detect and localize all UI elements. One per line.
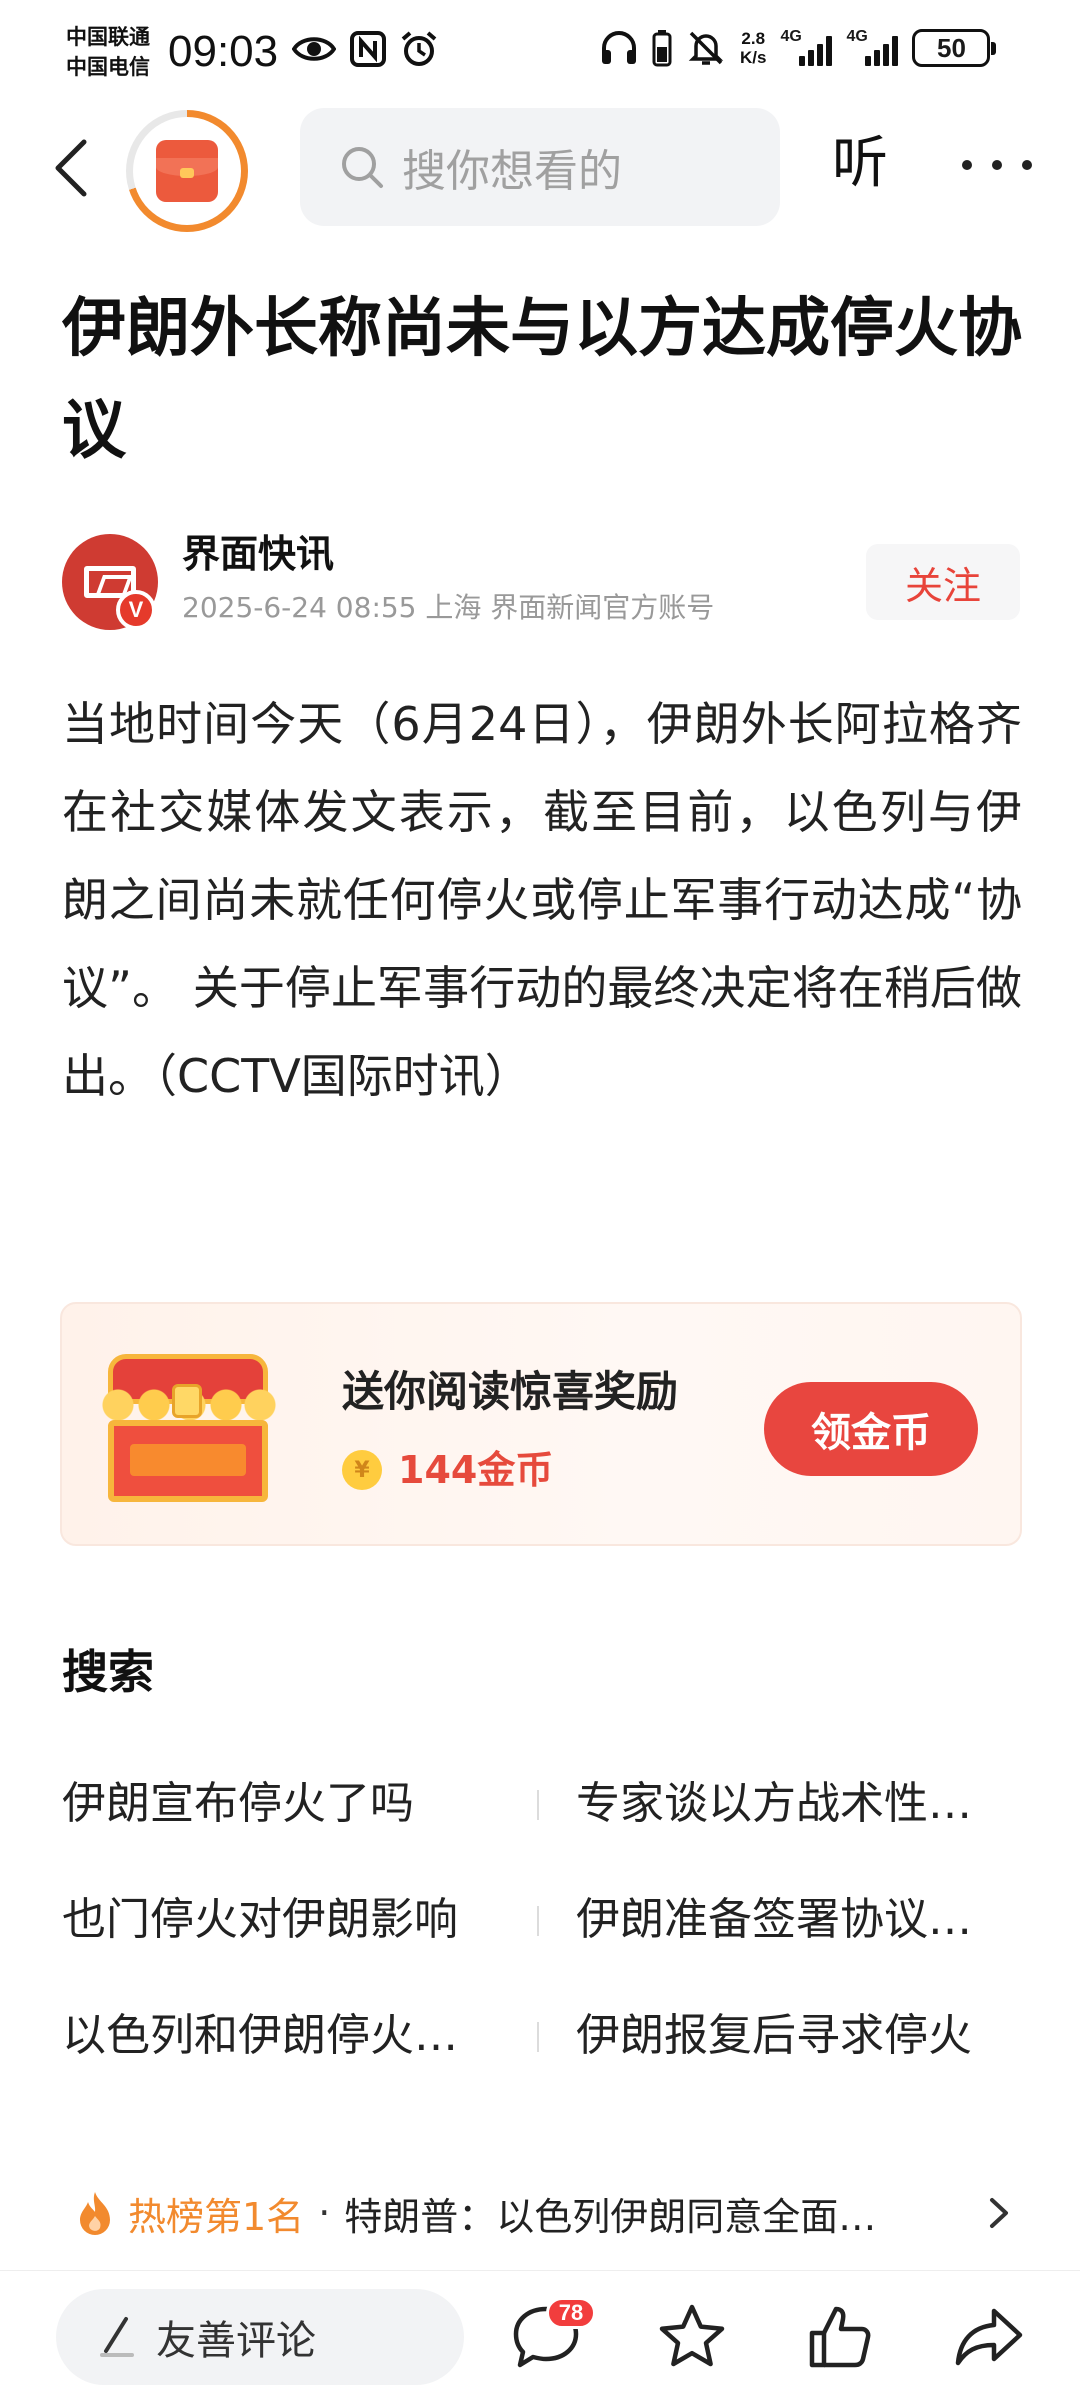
back-arrow-icon[interactable] [48, 136, 98, 200]
status-time: 09:03 [168, 27, 279, 76]
coin-icon: ¥ [342, 1450, 382, 1490]
share-icon[interactable] [950, 2299, 1026, 2375]
nfc-icon [350, 31, 386, 67]
signal-2-icon: 4G [846, 28, 899, 68]
carrier-2: 中国电信 [66, 55, 150, 79]
verified-badge: V [116, 590, 156, 630]
flame-icon [80, 2192, 110, 2235]
search-suggestion[interactable]: 伊朗报复后寻求停火 [576, 2006, 996, 2066]
status-bar: 中国联通 中国电信 09:03 2.8 K/s 4G 4G 50 [0, 0, 1080, 100]
hot-headline: 特朗普：以色列伊朗同意全面… [344, 2194, 877, 2239]
author-meta: 2025-6-24 08:55 上海 界面新闻官方账号 [182, 591, 715, 624]
search-suggestion[interactable]: 也门停火对伊朗影响 [62, 1890, 502, 1950]
reward-card[interactable]: 送你阅读惊喜奖励 ¥ 144金币 领金币 [60, 1302, 1022, 1546]
comment-placeholder: 友善评论 [156, 2318, 316, 2364]
headphones-icon [602, 31, 636, 64]
thumbs-up-icon[interactable] [802, 2299, 878, 2375]
comment-input[interactable]: 友善评论 [56, 2289, 464, 2385]
search-icon [342, 147, 383, 188]
chevron-right-icon [990, 2198, 1008, 2228]
bottom-bar: 友善评论 78 [0, 2270, 1080, 2400]
star-icon[interactable] [654, 2299, 730, 2375]
eye-icon [292, 37, 336, 61]
reward-title: 送你阅读惊喜奖励 [342, 1367, 679, 1416]
search-suggestion[interactable]: 伊朗宣布停火了吗 [62, 1774, 502, 1834]
mute-icon [688, 31, 724, 65]
search-placeholder: 搜你想看的 [402, 146, 622, 197]
follow-button[interactable]: 关注 [866, 544, 1020, 620]
divider [537, 1906, 539, 1936]
more-options-icon[interactable] [962, 140, 1032, 190]
hot-rank: 热榜第1名 [128, 2194, 305, 2239]
alarm-icon [401, 31, 437, 66]
hot-list-banner[interactable]: 热榜第1名 · 特朗普：以色列伊朗同意全面… [76, 2178, 1008, 2248]
red-packet-progress-button[interactable] [126, 110, 248, 232]
listen-button[interactable]: 听 [832, 128, 888, 200]
claim-coins-button[interactable]: 领金币 [764, 1382, 978, 1476]
battery-small-icon [652, 30, 672, 67]
search-suggestion[interactable]: 以色列和伊朗停火… [62, 2006, 502, 2066]
article-body: 当地时间今天（6月24日），伊朗外长阿拉格齐在社交媒体发文表示，截至目前，以色列… [62, 697, 1022, 1103]
hot-separator: · [318, 2191, 331, 2235]
pen-icon [100, 2317, 134, 2357]
search-suggestion[interactable]: 专家谈以方战术性… [576, 1774, 996, 1834]
battery-indicator: 50 [912, 29, 997, 67]
comment-count-badge: 78 [546, 2297, 596, 2329]
net-speed: 2.8 K/s [740, 29, 767, 67]
divider [537, 2022, 539, 2052]
search-section-heading: 搜索 [62, 1645, 154, 1699]
red-packet-icon [156, 140, 218, 202]
carrier-labels: 中国联通 中国电信 [66, 22, 150, 82]
coin-amount: 144金币 [398, 1448, 554, 1492]
divider [537, 1790, 539, 1820]
treasure-chest-icon [98, 1354, 278, 1504]
search-suggestion[interactable]: 伊朗准备签署协议… [576, 1890, 996, 1950]
signal-1-icon: 4G [780, 28, 833, 68]
top-bar: 搜你想看的 听 [0, 100, 1080, 240]
article-title: 伊朗外长称尚未与以方达成停火协议 [62, 292, 1022, 468]
search-bar[interactable]: 搜你想看的 [300, 108, 780, 226]
author-name[interactable]: 界面快讯 [182, 526, 334, 582]
carrier-1: 中国联通 [66, 25, 150, 49]
